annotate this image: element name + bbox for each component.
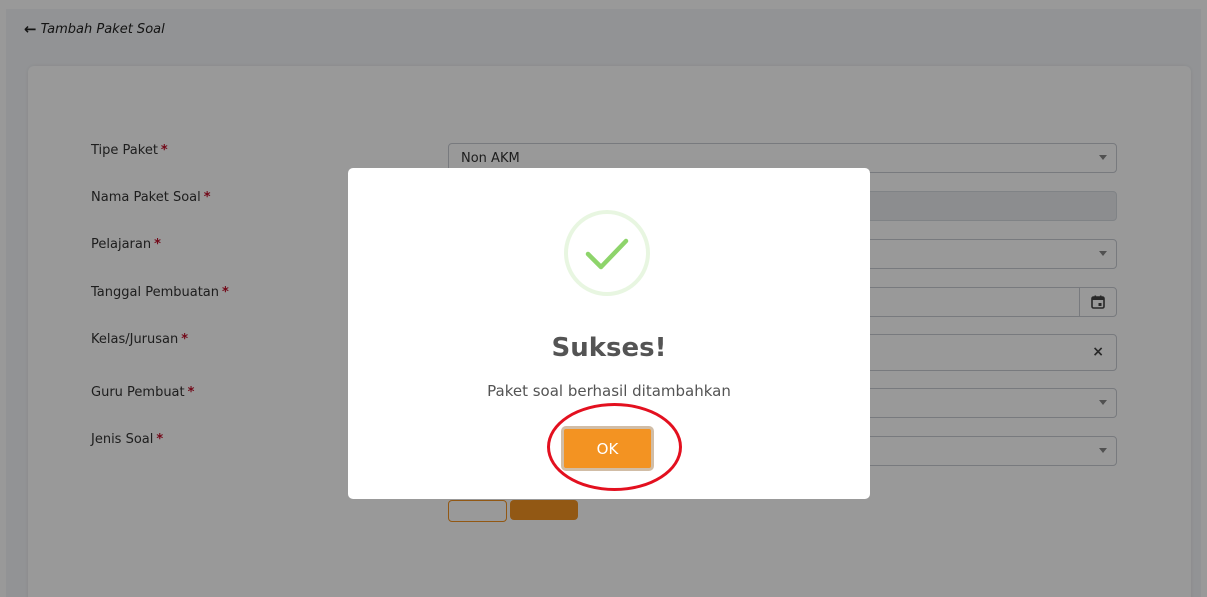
- dialog-title: Sukses!: [551, 333, 667, 363]
- ok-button[interactable]: OK: [561, 426, 654, 471]
- dialog-message: Paket soal berhasil ditambahkan: [487, 382, 731, 400]
- success-dialog: Sukses! Paket soal berhasil ditambahkan …: [348, 168, 870, 499]
- success-check-icon: [564, 210, 650, 296]
